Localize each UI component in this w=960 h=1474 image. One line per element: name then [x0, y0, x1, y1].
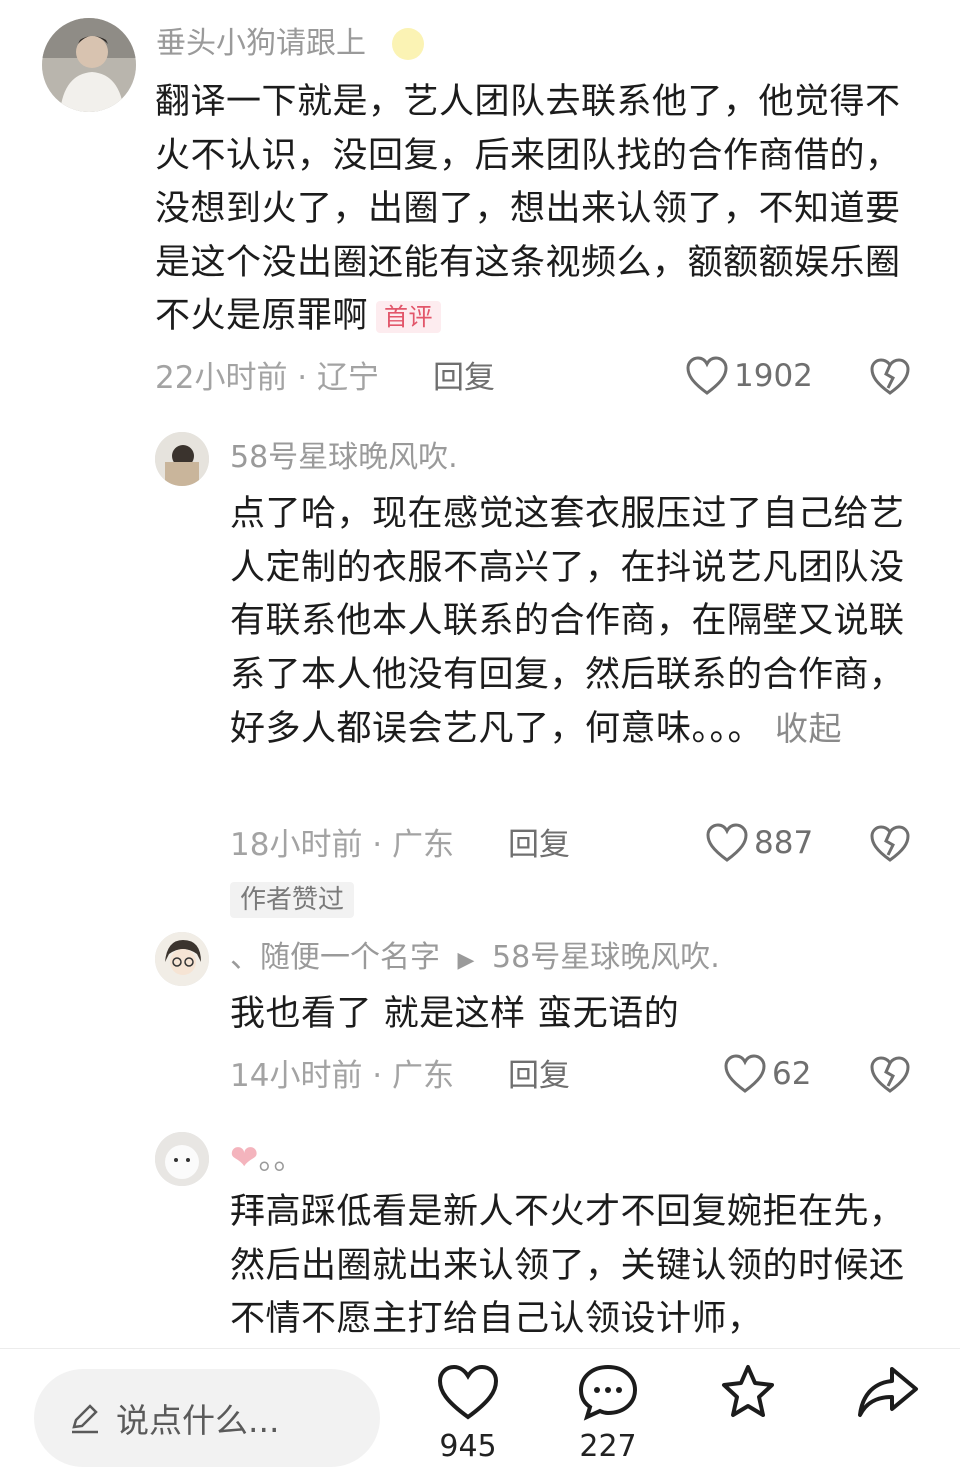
share-button[interactable] — [838, 1363, 938, 1425]
reply-button[interactable]: 回复 — [508, 1056, 570, 1096]
comment-button[interactable]: 227 — [558, 1363, 658, 1464]
star-icon — [722, 1365, 774, 1417]
username[interactable]: 。。 — [259, 1142, 304, 1177]
reply-button[interactable]: 回复 — [508, 825, 570, 865]
dislike-button[interactable] — [870, 1056, 910, 1098]
location: 广东 — [392, 1058, 455, 1094]
like-count: 887 — [754, 825, 814, 861]
reply-button[interactable]: 回复 — [433, 358, 495, 398]
username[interactable]: 垂头小狗请跟上 — [156, 24, 366, 64]
comment-text-content: 翻译一下就是，艺人团队去联系他了，他觉得不火不认识，没回复，后来团队找的合作商借… — [155, 82, 901, 336]
like-post-button[interactable]: 945 — [418, 1363, 518, 1464]
location: 广东 — [392, 827, 455, 863]
broken-heart-icon — [870, 825, 910, 862]
dislike-button[interactable] — [870, 358, 910, 400]
dislike-button[interactable] — [870, 825, 910, 867]
heart-outline-icon — [706, 823, 748, 862]
comment-meta: 22小时前 · 辽宁 — [155, 360, 380, 396]
comment-input[interactable]: 说点什么... — [34, 1369, 380, 1467]
like-count: 945 — [439, 1429, 497, 1464]
avatar[interactable] — [155, 932, 209, 986]
timestamp: 18小时前 — [230, 827, 363, 863]
like-count: 62 — [772, 1056, 812, 1092]
comment-4: ❤。。 拜高踩低看是新人不火才不回复婉拒在先，然后出圈就出来认领了，关键认领的时… — [0, 1120, 960, 1348]
reply-thread-header: 、随便一个名字 ▶ 58号星球晚风吹. — [230, 938, 720, 981]
first-comment-badge: 首评 — [376, 301, 442, 333]
pink-heart-icon: ❤ — [230, 1138, 259, 1178]
collapse-button[interactable]: 收起 — [775, 709, 842, 748]
comment-text: 点了哈，现在感觉这套衣服压过了自己给艺人定制的衣服不高兴了，在抖说艺凡团队没有联… — [230, 488, 914, 757]
comment-bubble-icon — [578, 1364, 638, 1421]
comment-text: 我也看了 就是这样 蛮无语的 — [230, 994, 680, 1034]
location: 辽宁 — [317, 360, 380, 396]
comment-text: 翻译一下就是，艺人团队去联系他了，他觉得不火不认识，没回复，后来团队找的合作商借… — [155, 76, 915, 344]
reply-to-username[interactable]: 58号星球晚风吹. — [492, 940, 720, 975]
heart-outline-icon — [686, 356, 728, 395]
avatar-plush-image — [155, 1132, 209, 1186]
heart-outline-icon — [724, 1054, 766, 1093]
like-button[interactable]: 1902 — [686, 356, 813, 396]
avatar[interactable] — [155, 432, 209, 486]
author-liked-tag: 作者赞过 — [230, 882, 355, 918]
comment-meta: 14小时前 · 广东 — [230, 1058, 455, 1094]
comment-input-placeholder: 说点什么... — [116, 1401, 280, 1440]
like-button[interactable]: 887 — [706, 823, 813, 863]
pen-icon — [72, 1404, 98, 1434]
avatar-person-image — [42, 18, 136, 112]
avatar[interactable] — [42, 18, 136, 112]
heart-icon — [437, 1364, 499, 1420]
broken-heart-icon — [870, 1056, 910, 1093]
comment-count: 227 — [579, 1429, 637, 1464]
comment-2: 58号星球晚风吹. 点了哈，现在感觉这套衣服压过了自己给艺人定制的衣服不高兴了，… — [0, 420, 960, 920]
reply-arrow-icon: ▶ — [457, 948, 475, 973]
favorite-button[interactable] — [698, 1363, 798, 1425]
avatar-person-image — [155, 432, 209, 486]
comment-text: 拜高踩低看是新人不火才不回复婉拒在先，然后出圈就出来认领了，关键认领的时候还不情… — [230, 1192, 905, 1339]
comment-1: 垂头小狗请跟上 翻译一下就是，艺人团队去联系他了，他觉得不火不认识，没回复，后来… — [0, 0, 960, 420]
timestamp: 22小时前 — [155, 360, 288, 396]
username[interactable]: 58号星球晚风吹. — [230, 438, 458, 478]
like-button[interactable]: 62 — [724, 1054, 811, 1094]
comment-meta: 18小时前 · 广东 — [230, 827, 455, 863]
avatar-cartoon-image — [155, 932, 209, 986]
timestamp: 14小时前 — [230, 1058, 363, 1094]
like-count: 1902 — [734, 358, 813, 394]
vip-badge-icon — [392, 28, 424, 60]
avatar[interactable] — [155, 1132, 209, 1186]
broken-heart-icon — [870, 358, 910, 395]
comment-3: 、随便一个名字 ▶ 58号星球晚风吹. 我也看了 就是这样 蛮无语的 14小时前… — [0, 920, 960, 1120]
username-row: ❤。。 — [230, 1138, 304, 1180]
bottom-action-bar: 说点什么... 945 227 — [0, 1348, 960, 1474]
share-icon — [858, 1367, 918, 1417]
username[interactable]: 、随便一个名字 — [230, 940, 440, 975]
